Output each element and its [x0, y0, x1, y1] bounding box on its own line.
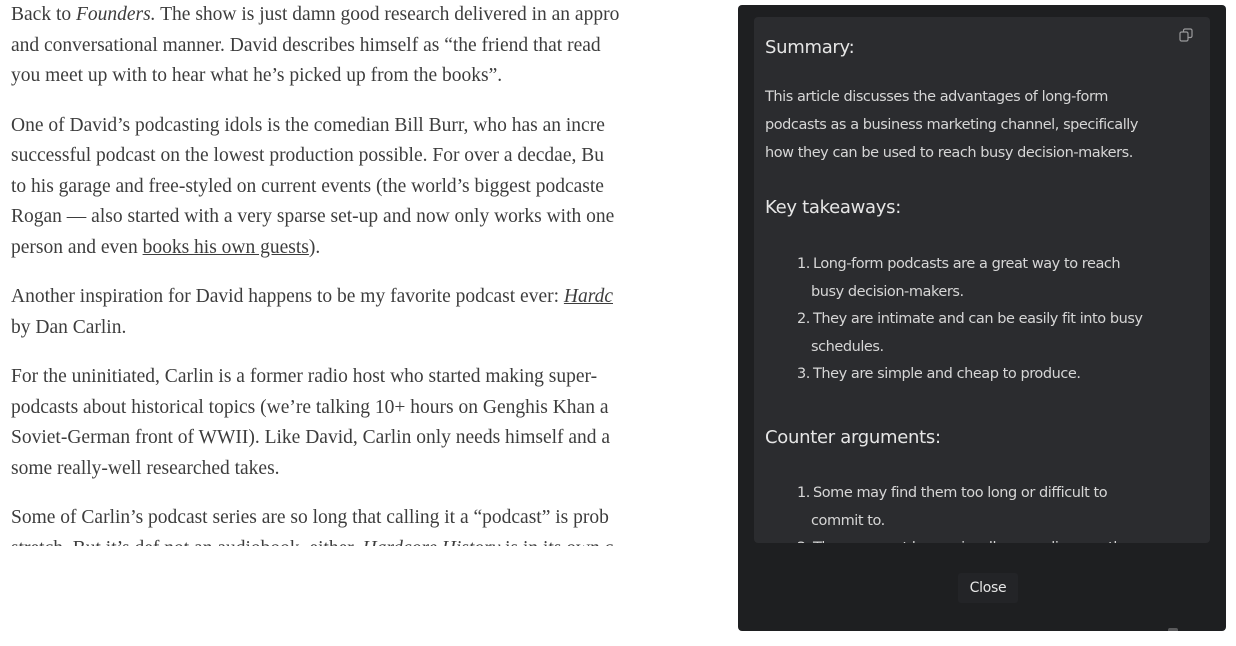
key-takeaways-list: 1. Long-form podcasts are a great way to… [797, 251, 1143, 389]
article-line: to his garage and free-styled on current… [11, 175, 604, 197]
article-text: stretch. But it’s def not an audiobook, … [11, 538, 362, 546]
article-body: Back to Founders. The show is just damn … [11, 0, 771, 565]
list-text: They are simple and cheap to produce. [813, 366, 1081, 382]
article-line: For the uninitiated, Carlin is a former … [11, 366, 598, 387]
article-line: Back to Founders. The show is just damn … [11, 0, 771, 31]
close-button[interactable]: Close [958, 573, 1018, 603]
copy-button[interactable] [1177, 26, 1195, 44]
list-item: 2. They are intimate and can be easily f… [797, 306, 1143, 361]
article-text: person and even [11, 236, 143, 258]
article-paragraph: One of David’s podcasting idols is the c… [11, 111, 771, 264]
list-number: 1. [797, 485, 810, 501]
article-emphasis: Hardcore History [362, 538, 500, 546]
list-item: 2. They may not be as visually appealing… [797, 535, 1137, 543]
summary-text: This article discusses the advantages of… [765, 83, 1138, 167]
summary-line: podcasts as a business marketing channel… [765, 117, 1138, 133]
list-item: 1. Some may find them too long or diffic… [797, 480, 1136, 535]
article-emphasis: Founders. [75, 4, 156, 25]
counter-arguments-list: 1. Some may find them too long or diffic… [797, 480, 1137, 543]
article-line: Rogan — also started with a very sparse … [11, 206, 615, 227]
list-number: 2. [797, 311, 810, 327]
summary-line: how they can be used to reach busy decis… [765, 145, 1133, 161]
list-text: commit to. [811, 512, 885, 529]
list-text: They may not be as visually appealing as… [811, 535, 1137, 543]
key-takeaways-heading: Key takeaways: [765, 197, 901, 218]
list-text: busy decision-makers. [811, 283, 964, 300]
list-text: Some may find them too long or difficult… [813, 485, 1108, 501]
list-text: They are intimate and can be easily fit … [813, 311, 1143, 327]
article-paragraph: For the uninitiated, Carlin is a former … [11, 362, 771, 484]
article-line: you meet up with to hear what he’s picke… [11, 65, 503, 86]
resize-handle[interactable] [1168, 628, 1178, 631]
list-text: Long-form podcasts are a great way to re… [813, 256, 1121, 272]
summary-card: Summary: This article discusses the adva… [754, 17, 1210, 543]
hardcore-history-link[interactable]: Hardc [564, 286, 613, 307]
counter-arguments-heading: Counter arguments: [765, 427, 941, 448]
list-number: 1. [797, 256, 810, 272]
article-paragraph: Back to Founders. The show is just damn … [11, 0, 771, 92]
article-text: Another inspiration for David happens to… [11, 286, 564, 307]
article-line: person and even books his own guests). [11, 233, 771, 264]
article-line: some really-well researched takes. [11, 457, 280, 479]
article-paragraph: Another inspiration for David happens to… [11, 282, 771, 343]
article-text: is in its own c [500, 538, 613, 546]
article-line: by Dan Carlin. [11, 316, 127, 338]
article-line: podcasts about historical topics (we’re … [11, 396, 609, 418]
article-line: successful podcast on the lowest product… [11, 145, 604, 166]
copy-icon [1179, 28, 1193, 42]
article-text: Back to [11, 4, 76, 25]
summary-panel: Summary: This article discusses the adva… [738, 5, 1226, 631]
books-his-own-guests-link[interactable]: books his own guests [143, 237, 309, 258]
summary-heading: Summary: [765, 37, 855, 58]
article-text: ). [308, 236, 321, 258]
article-text: The show is just damn good research deli… [155, 4, 620, 25]
article-line: Soviet-German front of WWII). Like David… [11, 427, 611, 448]
article-line: Some of Carlin’s podcast series are so l… [11, 507, 609, 528]
summary-line: This article discusses the advantages of… [765, 89, 1108, 105]
list-item: 1. Long-form podcasts are a great way to… [797, 251, 1143, 306]
list-number: 2. [797, 535, 810, 543]
article-line-clipped: stretch. But it’s def not an audiobook, … [11, 534, 771, 546]
list-number: 3. [797, 366, 810, 382]
article-line: One of David’s podcasting idols is the c… [11, 114, 605, 136]
article-paragraph: Some of Carlin’s podcast series are so l… [11, 503, 771, 546]
list-item: 3. They are simple and cheap to produce. [797, 361, 1143, 389]
article-line: and conversational manner. David describ… [11, 34, 601, 56]
list-text: schedules. [811, 338, 884, 355]
article-line: Another inspiration for David happens to… [11, 282, 771, 313]
